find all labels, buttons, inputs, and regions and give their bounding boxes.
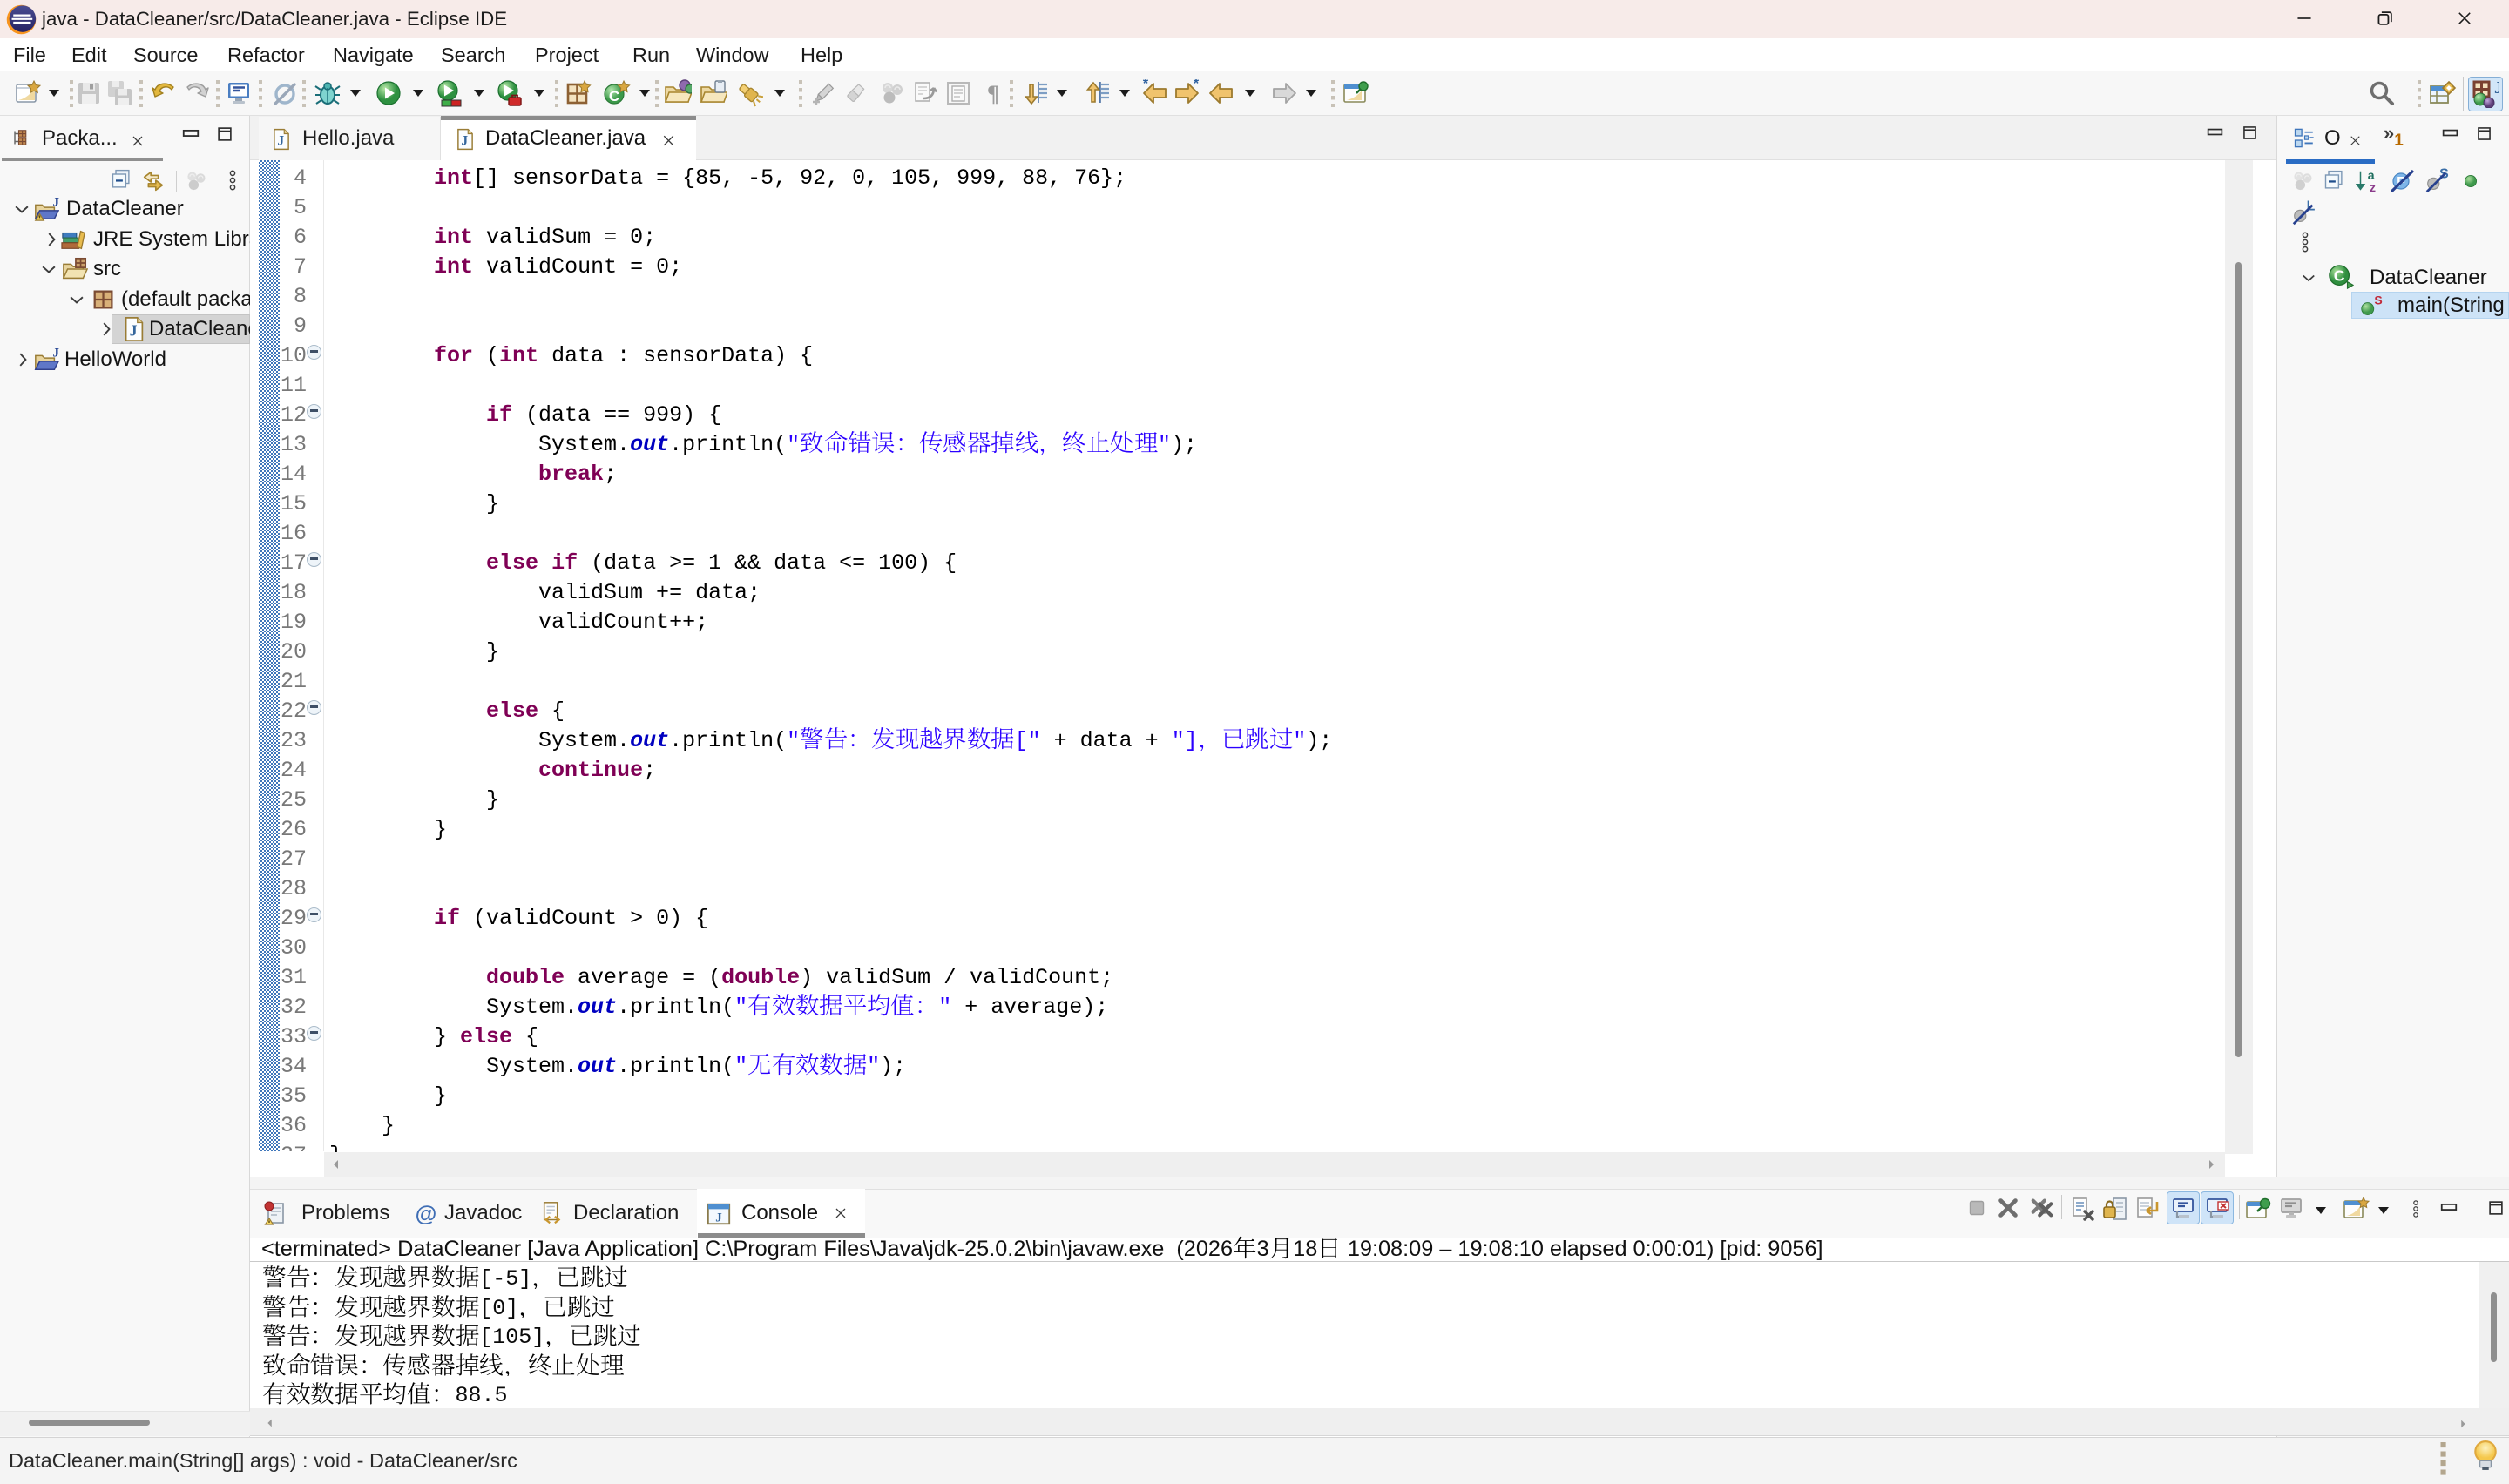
svg-text:J: J [53, 196, 60, 209]
svg-text:z: z [2370, 180, 2376, 194]
svg-text:J: J [461, 134, 468, 149]
svg-text:J: J [130, 322, 138, 340]
svg-text:J: J [2494, 80, 2499, 98]
svg-text:*: * [1143, 79, 1149, 91]
svg-text:*: * [1194, 79, 1200, 91]
svg-text:C: C [609, 88, 619, 105]
svg-text:J: J [53, 347, 60, 360]
svg-text:J: J [277, 134, 284, 149]
svg-text:S: S [2374, 293, 2382, 307]
svg-text:C: C [2334, 267, 2345, 285]
svg-text:@: @ [416, 1202, 437, 1226]
svg-text:J: J [715, 1211, 722, 1224]
svg-text:¶: ¶ [987, 81, 999, 106]
